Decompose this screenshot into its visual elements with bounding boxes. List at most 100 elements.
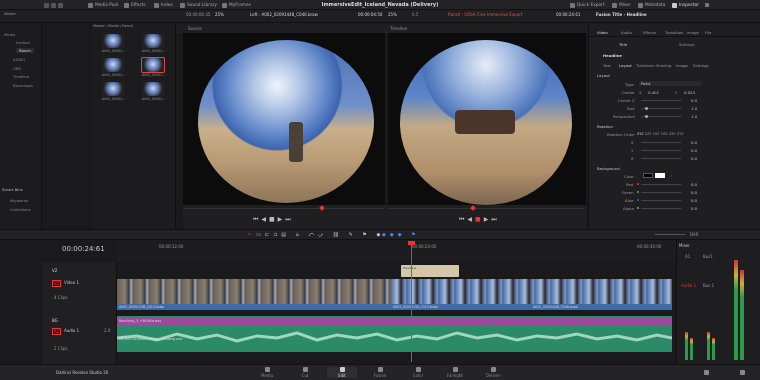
section-tab-shading[interactable]: Shading <box>656 63 671 68</box>
rotation-order-yxz[interactable]: YXZ <box>653 132 660 136</box>
inspector-tab-image[interactable]: Image <box>687 30 699 35</box>
track-a1-id[interactable]: A1 <box>52 328 62 335</box>
smart-bin-keywords[interactable]: Keywords <box>10 198 28 203</box>
metadata-toggle[interactable]: Metadata <box>638 2 665 8</box>
source-transport-buttons[interactable]: ⏮◀■▶⏭ <box>253 216 294 224</box>
rotation-z-slider[interactable] <box>641 158 681 159</box>
home-icon[interactable] <box>704 370 709 375</box>
timeline-playhead[interactable] <box>411 242 412 362</box>
media-clip-thumb-selected[interactable] <box>141 57 165 73</box>
inspector-tab-file[interactable]: File <box>705 30 711 35</box>
page-cut[interactable]: Cut <box>290 367 320 378</box>
perspective-slider-handle[interactable] <box>645 115 648 118</box>
color-swatch-white[interactable] <box>655 173 665 178</box>
mixer-toggle[interactable]: Mixer <box>612 2 631 8</box>
page-deliver[interactable]: Deliver <box>478 367 508 378</box>
eyedropper-icon[interactable]: ⁄ <box>671 173 672 178</box>
background-section-header[interactable]: Background <box>597 166 620 171</box>
red-value[interactable]: 0.0 <box>681 182 697 187</box>
source-dropdown[interactable]: Source <box>188 26 202 31</box>
red-slider[interactable] <box>641 184 681 185</box>
zoom-left[interactable]: 25% <box>215 12 224 17</box>
rotation-order-zyx[interactable]: ZYX <box>677 132 684 136</box>
page-media[interactable]: Media <box>252 367 282 378</box>
inspector-tab-transition[interactable]: Transition <box>665 30 683 35</box>
timeline-playhead-icon[interactable] <box>470 205 476 211</box>
alpha-slider[interactable] <box>641 208 681 209</box>
settings-icon[interactable] <box>740 370 745 375</box>
marker-tools[interactable]: ◆◆◆ ⚑ <box>382 232 420 238</box>
subtab-title[interactable]: Title <box>619 42 627 47</box>
center-y-value[interactable]: 0.524 <box>679 90 695 95</box>
page-fairlight[interactable]: Fairlight <box>440 367 470 378</box>
page-edit[interactable]: Edit <box>327 367 357 378</box>
source-playhead-icon[interactable] <box>319 205 325 211</box>
perspective-value[interactable]: 1.0 <box>681 114 697 119</box>
center-z-value[interactable]: 0.0 <box>681 98 697 103</box>
rotation-section-header[interactable]: Rotation <box>597 124 613 129</box>
quick-export-button[interactable]: Quick Export <box>570 2 605 8</box>
playhead-handle[interactable] <box>408 241 415 245</box>
zoom-center[interactable]: 25% <box>388 12 397 17</box>
blue-slider[interactable] <box>641 200 681 201</box>
timeline-transport-buttons[interactable]: ⏮◀■▶⏭ <box>459 216 500 224</box>
rotation-z-value[interactable]: 0.0 <box>681 156 697 161</box>
bin-timeline[interactable]: Timeline <box>13 74 29 79</box>
media-clip-thumb[interactable] <box>102 34 124 48</box>
layout-section-header[interactable]: Layout <box>597 73 610 78</box>
bin-ranch[interactable]: Ranch <box>16 48 34 53</box>
bin-media[interactable]: Media <box>4 32 15 37</box>
media-clip-thumb[interactable] <box>102 82 124 96</box>
green-value[interactable]: 0.0 <box>681 190 697 195</box>
center-z-slider[interactable] <box>641 100 681 101</box>
track-v2-id[interactable]: V2 <box>52 268 57 273</box>
inspector-tab-video[interactable]: Video <box>597 30 608 35</box>
rotation-order-xyz[interactable]: XYZ <box>637 132 644 136</box>
section-tab-layout[interactable]: Layout <box>619 63 632 68</box>
rotation-order-zxy[interactable]: ZXY <box>669 132 676 136</box>
type-select[interactable]: Point <box>639 81 701 86</box>
inspector-tab-audio[interactable]: Audio <box>621 30 632 35</box>
bin-obs[interactable]: OBS <box>13 66 21 71</box>
opacity-value[interactable]: 0.5 <box>412 12 418 17</box>
page-fusion[interactable]: Fusion <box>365 367 395 378</box>
title-clip[interactable]: Headline <box>401 265 459 277</box>
media-clip-thumb[interactable] <box>102 58 124 72</box>
blue-value[interactable]: 0.0 <box>681 198 697 203</box>
track-v1-id[interactable]: V1 <box>52 280 62 287</box>
timeline-ruler[interactable]: 00:00:12:00 00:00:24:00 00:00:36:00 <box>117 240 676 262</box>
video-clip[interactable] <box>391 279 672 304</box>
track-bg-id[interactable]: BG <box>52 318 58 323</box>
center-x-value[interactable]: 0.401 <box>643 90 659 95</box>
subtab-settings[interactable]: Settings <box>679 42 695 47</box>
zoom-mode[interactable]: DAR <box>690 232 699 237</box>
expand-icon[interactable] <box>705 2 709 8</box>
size-value[interactable]: 1.0 <box>681 106 697 111</box>
size-slider-handle[interactable] <box>645 107 648 110</box>
zoom-slider[interactable] <box>655 234 685 235</box>
smart-bins-header[interactable]: Smart Bins <box>2 187 23 192</box>
media-clip-thumb[interactable] <box>142 82 164 96</box>
section-tab-settings[interactable]: Settings <box>693 63 709 68</box>
page-color[interactable]: Color <box>403 367 433 378</box>
rotation-x-value[interactable]: 0.0 <box>681 140 697 145</box>
edit-tools[interactable]: ↖▭⊏⊐▤ ⌂ ⤺⤻ ⛓ ✎ ⚑ ◆ <box>248 232 384 238</box>
media-clip-thumb[interactable] <box>142 34 164 48</box>
rotation-order-yzx[interactable]: YZX <box>661 132 668 136</box>
smart-bin-collections[interactable]: Collections <box>10 207 31 212</box>
inspector-toggle[interactable]: Inspector <box>672 2 699 8</box>
inspector-tab-effects[interactable]: Effects <box>643 30 656 35</box>
audio-clip[interactable]: Ranchtrip_3_+48.8Kw.wav <box>117 318 672 326</box>
alpha-value[interactable]: 0.0 <box>681 206 697 211</box>
rotation-y-value[interactable]: 0.0 <box>681 148 697 153</box>
bin-iceland[interactable]: Iceland <box>16 40 30 45</box>
bin-audio[interactable]: AUDIO <box>13 57 25 62</box>
section-tab-transform[interactable]: Transform <box>636 63 655 68</box>
rotation-order-xzy[interactable]: XZY <box>645 132 652 136</box>
green-slider[interactable] <box>641 192 681 193</box>
section-tab-text[interactable]: Text <box>603 63 611 68</box>
bin-backdrops[interactable]: Backdrops <box>13 83 33 88</box>
rotation-x-slider[interactable] <box>641 142 681 143</box>
color-swatch-black[interactable] <box>643 173 653 178</box>
video-clip[interactable] <box>117 279 391 304</box>
